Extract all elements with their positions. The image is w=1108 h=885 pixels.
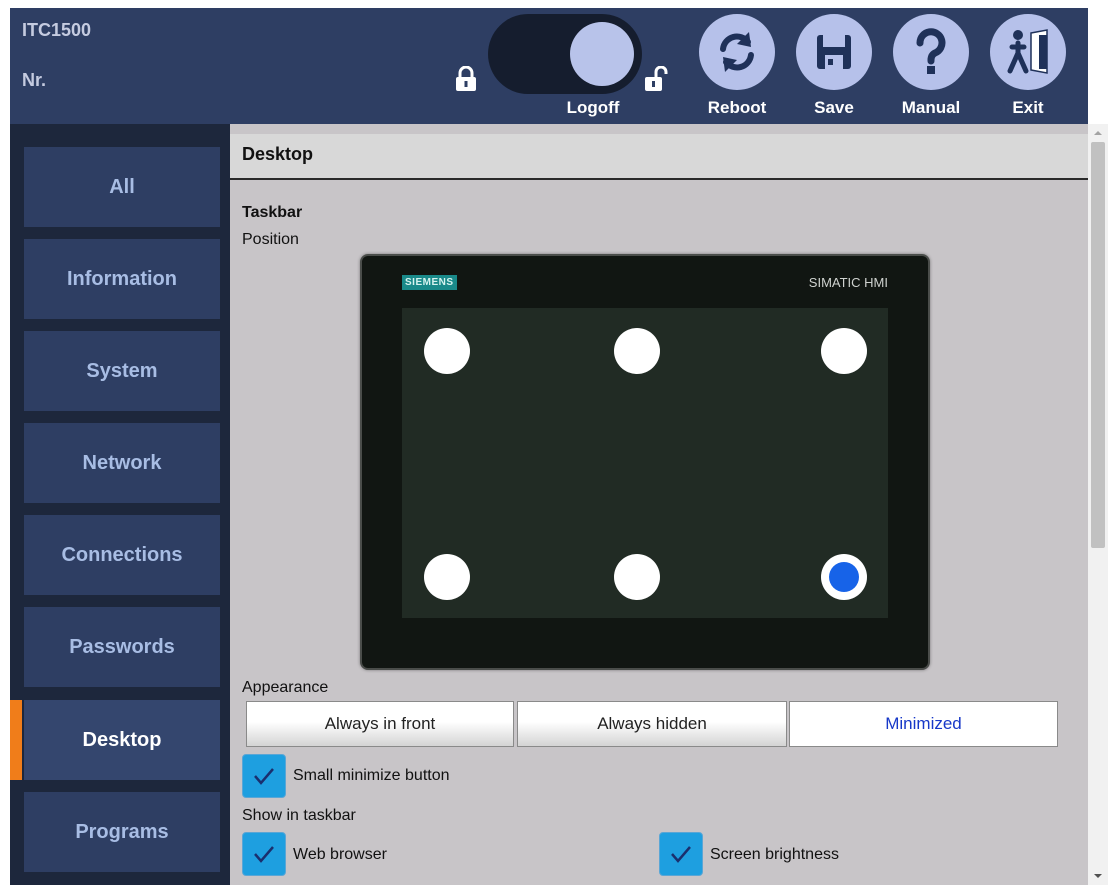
top-bar: ITC1500 Nr. Logoff Reboot Save Manual Ex… bbox=[10, 8, 1088, 124]
position-bottom-center-radio[interactable] bbox=[614, 554, 660, 600]
simatic-hmi-label: SIMATIC HMI bbox=[808, 275, 888, 290]
web-browser-label: Web browser bbox=[293, 846, 387, 863]
reboot-button[interactable]: Reboot bbox=[694, 12, 780, 124]
sidebar-item-network[interactable]: Network bbox=[24, 423, 220, 503]
page-title: Desktop bbox=[242, 144, 314, 164]
toggle-knob[interactable] bbox=[570, 22, 634, 86]
appearance-always-in-front-button[interactable]: Always in front bbox=[246, 701, 514, 747]
lock-closed-icon bbox=[456, 66, 476, 91]
position-bottom-right-radio[interactable] bbox=[821, 554, 867, 600]
siemens-logo: SIEMENS bbox=[402, 275, 457, 290]
hmi-screen bbox=[402, 308, 888, 618]
exit-button[interactable]: Exit bbox=[985, 12, 1071, 124]
save-label: Save bbox=[814, 98, 854, 117]
device-name: ITC1500 bbox=[22, 20, 92, 40]
checkmark-icon bbox=[254, 846, 274, 863]
position-bottom-left-radio[interactable] bbox=[424, 554, 470, 600]
position-top-center-radio[interactable] bbox=[614, 328, 660, 374]
position-top-left-radio[interactable] bbox=[424, 328, 470, 374]
vertical-scrollbar[interactable] bbox=[1088, 124, 1108, 885]
checkmark-icon bbox=[254, 768, 274, 785]
appearance-minimized-button[interactable]: Minimized bbox=[789, 701, 1058, 747]
manual-button[interactable]: Manual bbox=[888, 12, 974, 124]
lock-open-icon bbox=[645, 66, 668, 91]
sidebar-item-information[interactable]: Information bbox=[24, 239, 220, 319]
screen-brightness-checkbox[interactable] bbox=[659, 832, 703, 876]
small-minimize-label: Small minimize button bbox=[293, 767, 450, 784]
position-top-right-radio[interactable] bbox=[821, 328, 867, 374]
exit-label: Exit bbox=[1012, 98, 1044, 117]
show-in-taskbar-label: Show in taskbar bbox=[242, 807, 356, 824]
small-minimize-checkbox[interactable] bbox=[242, 754, 286, 798]
reboot-label: Reboot bbox=[707, 98, 767, 117]
sidebar-item-passwords[interactable]: Passwords bbox=[24, 607, 220, 687]
sidebar-item-programs[interactable]: Programs bbox=[24, 792, 220, 872]
web-browser-checkbox[interactable] bbox=[242, 832, 286, 876]
hmi-device-preview: SIEMENS SIMATIC HMI bbox=[360, 254, 930, 670]
logoff-label: Logoff bbox=[566, 98, 620, 117]
screen-brightness-label: Screen brightness bbox=[710, 846, 839, 863]
save-button[interactable]: Save bbox=[791, 12, 877, 124]
scroll-down-arrow-icon[interactable] bbox=[1093, 871, 1103, 881]
position-label: Position bbox=[242, 231, 299, 248]
appearance-label: Appearance bbox=[242, 679, 329, 696]
scroll-thumb[interactable] bbox=[1091, 142, 1105, 548]
device-number: Nr. bbox=[22, 70, 47, 90]
sidebar-item-all[interactable]: All bbox=[24, 147, 220, 227]
logoff-toggle[interactable] bbox=[488, 14, 642, 94]
sidebar: All Information System Network Connectio… bbox=[10, 124, 230, 885]
reboot-icon bbox=[699, 14, 775, 90]
page-title-bar: Desktop bbox=[230, 134, 1088, 180]
save-icon bbox=[796, 14, 872, 90]
exit-door-icon bbox=[990, 14, 1066, 90]
scroll-up-arrow-icon[interactable] bbox=[1093, 128, 1103, 138]
sidebar-item-connections[interactable]: Connections bbox=[24, 515, 220, 595]
sidebar-item-system[interactable]: System bbox=[24, 331, 220, 411]
question-mark-icon bbox=[893, 14, 969, 90]
checkmark-icon bbox=[671, 846, 691, 863]
appearance-always-hidden-button[interactable]: Always hidden bbox=[517, 701, 787, 747]
manual-label: Manual bbox=[901, 98, 961, 117]
taskbar-heading: Taskbar bbox=[242, 204, 303, 221]
sidebar-item-desktop[interactable]: Desktop bbox=[24, 700, 220, 780]
settings-panel: Desktop Taskbar Position SIEMENS SIMATIC… bbox=[230, 124, 1088, 885]
active-indicator bbox=[10, 700, 22, 780]
